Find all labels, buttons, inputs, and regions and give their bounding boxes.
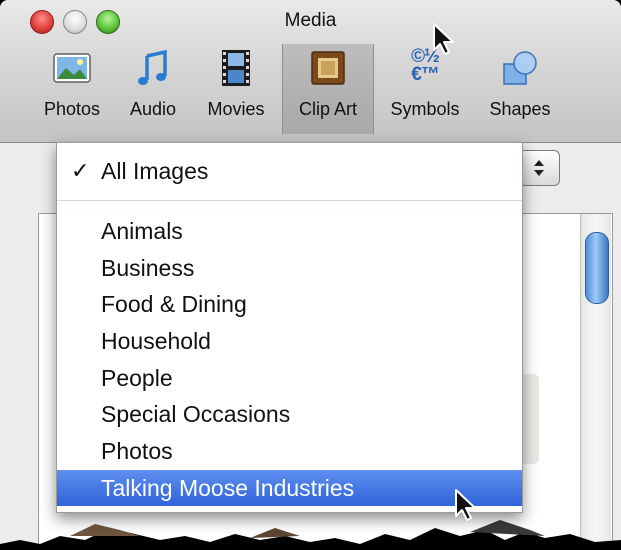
title-bar: Media Photos Audio Movies Clip Art ©½€™ … [0, 0, 621, 143]
category-popup-button[interactable] [518, 150, 560, 186]
toolbar-photos-label: Photos [43, 99, 101, 119]
menu-item-label: Food & Dining [101, 291, 247, 317]
music-note-icon [138, 49, 167, 85]
menu-item-label: People [101, 365, 173, 391]
up-down-arrows-icon [534, 160, 544, 176]
menu-item-photos[interactable]: Photos [57, 433, 522, 469]
toolbar-shapes-label: Shapes [489, 99, 551, 119]
menu-item-animals[interactable]: Animals [57, 213, 522, 249]
film-strip-icon [222, 50, 250, 86]
mouse-pointer-icon [455, 489, 476, 521]
toolbar-symbols[interactable]: ©½€™ Symbols [380, 44, 470, 134]
toolbar-symbols-label: Symbols [390, 99, 460, 119]
toolbar-photos[interactable]: Photos [36, 44, 108, 134]
menu-item-special-occasions[interactable]: Special Occasions [57, 396, 522, 432]
category-popup-menu: ✓ All Images Animals Business Food & Din… [56, 142, 523, 513]
menu-item-talking-moose-industries[interactable]: Talking Moose Industries [57, 470, 522, 506]
media-window: Media Photos Audio Movies Clip Art ©½€™ … [0, 0, 621, 550]
toolbar-clip-art-label: Clip Art [298, 99, 358, 119]
menu-item-label: Talking Moose Industries [101, 475, 355, 501]
menu-item-business[interactable]: Business [57, 250, 522, 286]
menu-separator [57, 200, 522, 201]
shapes-icon [503, 51, 537, 85]
menu-item-people[interactable]: People [57, 360, 522, 396]
menu-item-label: Business [101, 255, 195, 281]
menu-item-label: Photos [101, 438, 173, 464]
toolbar-movies-label: Movies [207, 99, 265, 119]
menu-item-label: Animals [101, 218, 183, 244]
menu-item-household[interactable]: Household [57, 323, 522, 359]
torn-edge-decoration [0, 520, 621, 550]
menu-item-label: All Images [101, 158, 209, 184]
window-title: Media [284, 10, 337, 31]
photos-icon [53, 53, 91, 83]
menu-item-label: Household [101, 328, 211, 354]
menu-item-food-dining[interactable]: Food & Dining [57, 286, 522, 322]
mouse-pointer-icon [433, 23, 454, 55]
vertical-scrollbar[interactable] [580, 214, 611, 550]
checkmark-icon: ✓ [71, 158, 90, 183]
menu-item-all-images[interactable]: ✓ All Images [57, 153, 522, 189]
scrollbar-thumb[interactable] [585, 232, 609, 304]
menu-item-label: Special Occasions [101, 401, 291, 427]
clip-art-icon [311, 51, 345, 85]
toolbar-shapes[interactable]: Shapes [480, 44, 560, 134]
toolbar-clip-art[interactable]: Clip Art [282, 44, 374, 134]
toolbar-movies[interactable]: Movies [198, 44, 274, 134]
toolbar-audio-label: Audio [129, 99, 177, 119]
toolbar-audio[interactable]: Audio [120, 44, 186, 134]
